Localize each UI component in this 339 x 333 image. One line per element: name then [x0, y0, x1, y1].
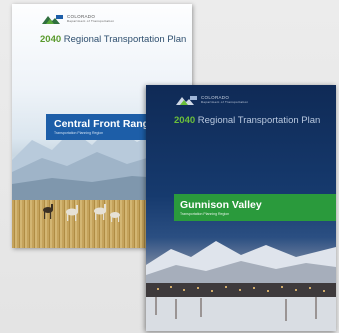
- region-banner: Gunnison Valley Transportation Planning …: [174, 194, 336, 221]
- cdot-logo: COLORADO Department of Transportation: [42, 14, 114, 24]
- cdot-logo-icon: [176, 96, 197, 105]
- cdot-logo-icon: [42, 15, 63, 24]
- plan-title: 2040 Regional Transportation Plan: [40, 34, 186, 45]
- logo-text-bottom: Department of Transportation: [67, 19, 115, 23]
- plan-title: 2040 Regional Transportation Plan: [174, 115, 320, 126]
- plan-name: Regional Transportation Plan: [197, 115, 321, 126]
- plan-year: 2040: [40, 34, 62, 45]
- region-name: Central Front Range: [54, 118, 155, 130]
- region-subtitle: Transportation Planning Region: [180, 212, 230, 216]
- logo-text-bottom: Department of Transportation: [201, 100, 249, 104]
- plan-year: 2040: [174, 115, 196, 126]
- region-name: Gunnison Valley: [180, 199, 262, 211]
- town-lights-icon: [146, 241, 336, 331]
- region-subtitle: Transportation Planning Region: [54, 131, 104, 135]
- cdot-logo: COLORADO Department of Transportation: [176, 95, 248, 105]
- document-cover-stage: COLORADO Department of Transportation 20…: [0, 0, 339, 333]
- gunnison-valley-cover: COLORADO Department of Transportation 20…: [146, 85, 336, 331]
- plan-name: Regional Transportation Plan: [63, 34, 187, 45]
